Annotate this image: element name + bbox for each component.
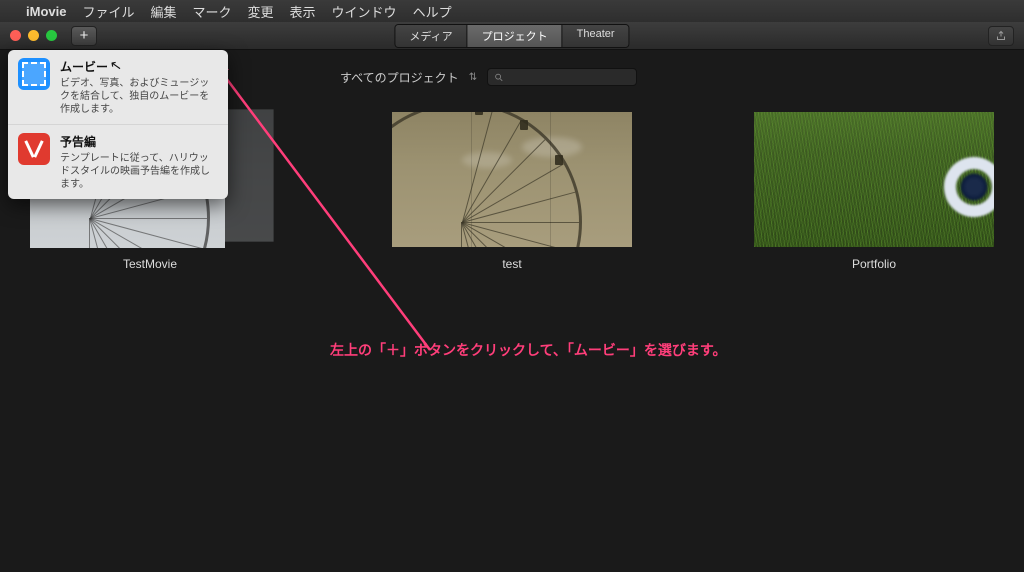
- share-button[interactable]: [988, 26, 1014, 46]
- popover-movie-desc: ビデオ、写真、およびミュージックを結合して、独自のムービーを作成します。: [60, 77, 218, 116]
- menubar-help[interactable]: ヘルプ: [413, 2, 452, 21]
- tab-media[interactable]: メディア: [395, 25, 467, 47]
- menubar-file[interactable]: ファイル: [82, 2, 134, 21]
- project-label: Portfolio: [852, 257, 896, 271]
- project-thumbnail: [392, 112, 632, 247]
- menubar-view[interactable]: 表示: [290, 2, 316, 21]
- tab-project[interactable]: プロジェクト: [468, 25, 563, 47]
- project-filter-label[interactable]: すべてのプロジェクト: [340, 69, 459, 86]
- new-project-button[interactable]: +: [71, 26, 97, 46]
- project-thumbnail: [754, 112, 994, 247]
- macos-menubar: iMovie ファイル 編集 マーク 変更 表示 ウインドウ ヘルプ: [0, 0, 1024, 22]
- view-segmented-control: メディア プロジェクト Theater: [394, 24, 629, 48]
- search-input[interactable]: [508, 71, 630, 83]
- movie-icon: [18, 58, 50, 90]
- trailer-icon: [18, 133, 50, 165]
- minimize-window-button[interactable]: [28, 30, 39, 41]
- project-item-portfolio[interactable]: Portfolio: [754, 112, 994, 271]
- zoom-window-button[interactable]: [46, 30, 57, 41]
- popover-item-trailer[interactable]: 予告編 テンプレートに従って、ハリウッドスタイルの映画予告編を作成します。: [8, 125, 228, 199]
- annotation-text: 左上の「＋」ボタンをクリックして、「ムービー」を選びます。: [330, 340, 726, 360]
- toolbar: + メディア プロジェクト Theater: [0, 22, 1024, 50]
- project-label: TestMovie: [123, 257, 177, 271]
- popover-trailer-desc: テンプレートに従って、ハリウッドスタイルの映画予告編を作成します。: [60, 152, 218, 191]
- menubar-modify[interactable]: 変更: [248, 2, 274, 21]
- search-field[interactable]: [487, 68, 637, 86]
- menubar-window[interactable]: ウインドウ: [332, 2, 397, 21]
- menubar-mark[interactable]: マーク: [193, 2, 232, 21]
- menubar-app[interactable]: iMovie: [26, 4, 66, 19]
- menubar-edit[interactable]: 編集: [150, 2, 176, 21]
- tab-theater[interactable]: Theater: [563, 25, 629, 47]
- project-item-test[interactable]: test: [392, 112, 632, 271]
- project-label: test: [502, 257, 521, 271]
- popover-trailer-title: 予告編: [60, 133, 218, 150]
- search-icon: [494, 72, 504, 83]
- project-filter-bar: すべてのプロジェクト ⇅: [340, 68, 637, 86]
- chevron-updown-icon[interactable]: ⇅: [469, 72, 477, 83]
- close-window-button[interactable]: [10, 30, 21, 41]
- window-controls: [0, 30, 57, 41]
- popover-movie-title: ムービー: [60, 58, 218, 75]
